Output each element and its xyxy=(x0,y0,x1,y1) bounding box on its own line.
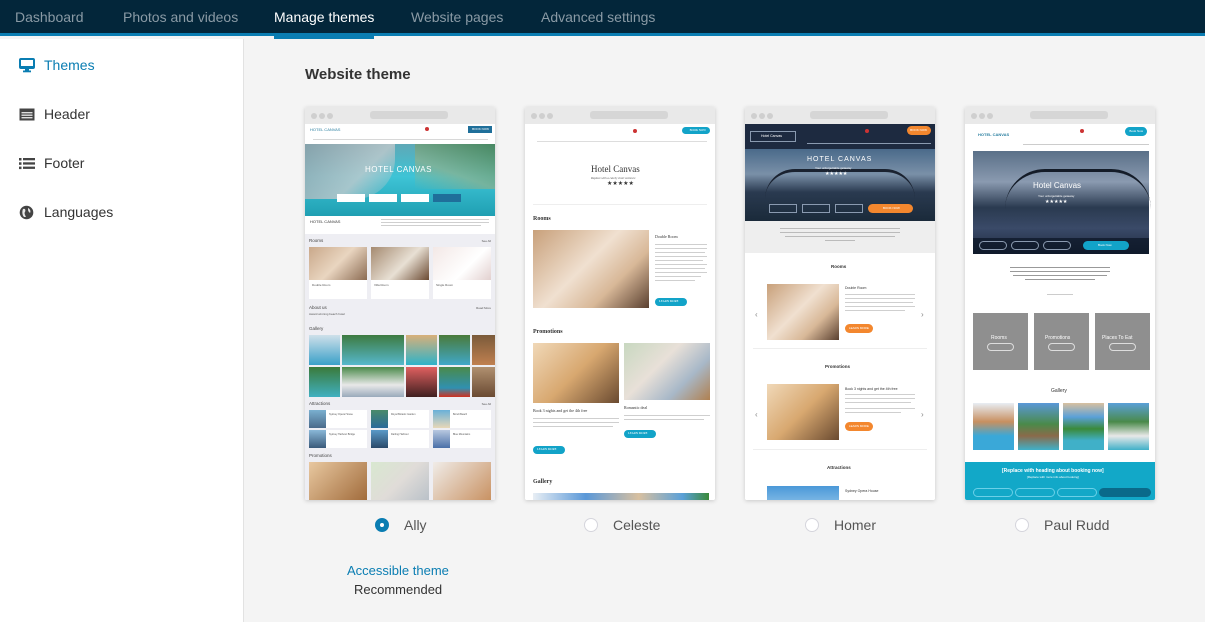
rating-stars: ★★★★★ xyxy=(825,171,848,177)
rating-stars: ★★★★★ xyxy=(1045,199,1068,205)
preview-hero-title: HOTEL CANVAS xyxy=(807,156,873,163)
theme-name: Paul Rudd xyxy=(1044,517,1110,533)
sidebar: Themes Header Footer Languages xyxy=(0,39,244,622)
theme-preview-paul-rudd[interactable]: HOTEL CANVAS Book Now Hotel Canvas Your … xyxy=(965,107,1155,500)
theme-preview-ally[interactable]: HOTEL CANVAS BOOK NOW HOTEL CANVAS HOTEL… xyxy=(305,107,495,500)
carousel-next-icon: › xyxy=(921,310,924,319)
theme-preview-homer[interactable]: Hotel Canvas BOOK NOW HOTEL CANVAS Your … xyxy=(745,107,935,500)
accessible-theme-link[interactable]: Accessible theme xyxy=(347,563,449,578)
browser-chrome xyxy=(525,107,715,124)
sidebar-item-footer[interactable]: Footer xyxy=(18,151,84,175)
globe-icon xyxy=(18,204,35,221)
radio-unselected[interactable] xyxy=(805,518,819,532)
list-icon xyxy=(18,155,35,172)
theme-preview-celeste[interactable]: BOOK NOW Hotel Canvas Replace with a cat… xyxy=(525,107,715,500)
radio-unselected[interactable] xyxy=(584,518,598,532)
theme-name: Homer xyxy=(834,517,877,533)
theme-option-paul-rudd[interactable]: Paul Rudd xyxy=(1015,517,1109,533)
theme-option-homer[interactable]: Homer xyxy=(805,517,876,533)
sidebar-item-languages[interactable]: Languages xyxy=(18,200,113,224)
tab-dashboard[interactable]: Dashboard xyxy=(15,0,84,36)
theme-name: Ally xyxy=(404,517,427,533)
homer-site-preview: Hotel Canvas BOOK NOW HOTEL CANVAS Your … xyxy=(745,124,935,500)
rating-stars: ★★★★★ xyxy=(607,181,634,187)
celeste-site-preview: BOOK NOW Hotel Canvas Replace with a cat… xyxy=(525,124,715,500)
top-navigation: Dashboard Photos and videos Manage theme… xyxy=(0,0,1205,39)
monitor-icon xyxy=(18,57,35,74)
paul-rudd-site-preview: HOTEL CANVAS Book Now Hotel Canvas Your … xyxy=(965,124,1155,500)
tab-website-pages[interactable]: Website pages xyxy=(411,0,503,36)
preview-hero-title: Hotel Canvas xyxy=(1033,181,1082,190)
header-icon xyxy=(18,106,35,123)
preview-hero-title: Hotel Canvas xyxy=(591,164,640,174)
recommended-label: Recommended xyxy=(354,582,443,597)
browser-chrome xyxy=(745,107,935,124)
browser-chrome xyxy=(965,107,1155,124)
radio-unselected[interactable] xyxy=(1015,518,1029,532)
browser-chrome xyxy=(305,107,495,124)
tab-manage-themes[interactable]: Manage themes xyxy=(274,0,375,39)
main-content: Website theme HOTEL CANVAS BOOK NOW HOTE… xyxy=(245,39,1205,622)
theme-name: Celeste xyxy=(613,517,661,533)
tab-advanced-settings[interactable]: Advanced settings xyxy=(541,0,655,36)
preview-logo: HOTEL CANVAS xyxy=(978,132,1010,137)
tab-photos-and-videos[interactable]: Photos and videos xyxy=(123,0,238,36)
theme-option-ally[interactable]: Ally xyxy=(375,517,427,533)
sidebar-item-label: Themes xyxy=(44,57,95,73)
page-title: Website theme xyxy=(305,66,411,83)
preview-hero-title: HOTEL CANVAS xyxy=(365,165,432,174)
sidebar-item-header[interactable]: Header xyxy=(18,102,90,126)
theme-option-celeste[interactable]: Celeste xyxy=(584,517,660,533)
preview-logo: HOTEL CANVAS xyxy=(310,127,341,132)
sidebar-item-label: Header xyxy=(44,106,90,122)
sidebar-item-label: Languages xyxy=(44,204,114,220)
carousel-prev-icon: ‹ xyxy=(755,310,758,319)
ally-site-preview: HOTEL CANVAS BOOK NOW HOTEL CANVAS HOTEL… xyxy=(305,124,495,500)
radio-selected[interactable] xyxy=(375,518,389,532)
sidebar-item-label: Footer xyxy=(44,155,85,171)
sidebar-item-themes[interactable]: Themes xyxy=(18,53,95,77)
